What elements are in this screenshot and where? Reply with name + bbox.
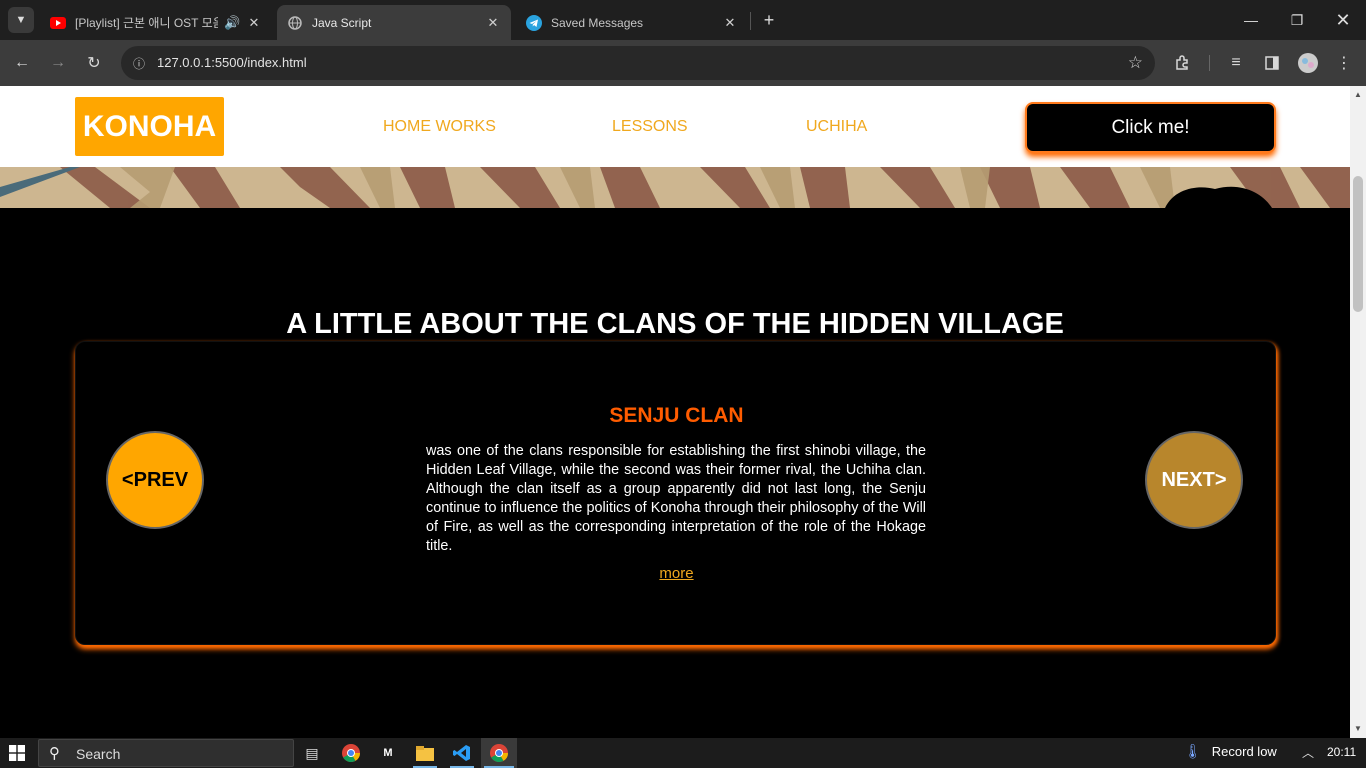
windows-start-icon[interactable] [9,745,25,761]
audio-icon[interactable]: 🔊 [224,15,240,31]
nav-lessons[interactable]: LESSONS [612,118,688,136]
page-viewport: KONOHA HOME WORKS LESSONS UCHIHA Click m… [0,86,1350,738]
tab-title: Saved Messages [551,15,644,30]
close-tab-icon[interactable]: ✕ [485,15,501,31]
close-window-button[interactable]: ✕ [1320,0,1366,40]
side-panel-icon[interactable] [1260,51,1284,75]
thermometer-icon: 🌡 [1184,743,1202,759]
weather-text: Record low [1211,744,1277,759]
address-bar[interactable]: ⓘ 127.0.0.1:5500/index.html ☆ [121,46,1155,80]
site-logo[interactable]: KONOHA [75,97,224,156]
taskbar-search[interactable]: ⚲ Search [38,739,294,767]
youtube-icon [50,15,66,31]
clock[interactable]: 20:11 [1327,745,1356,759]
tray-expand-icon[interactable]: ︿ [1302,744,1314,761]
tab-title: [Playlist] 근본 애니 OST 모음 [75,16,218,30]
minimize-button[interactable]: — [1228,0,1274,40]
prev-button[interactable]: <PREV [106,431,204,529]
scroll-up-arrow[interactable]: ▲ [1354,90,1362,99]
url-text: 127.0.0.1:5500/index.html [157,55,307,70]
click-me-button[interactable]: Click me! [1025,102,1276,153]
media-controls-icon[interactable]: ≡ [1224,51,1248,75]
telegram-icon [526,14,542,31]
scrollbar-thumb[interactable] [1353,176,1363,312]
tab-separator [750,12,751,30]
profile-avatar[interactable] [1296,51,1320,75]
clan-slider: <PREV SENJU CLAN was one of the clans re… [75,341,1276,645]
new-tab-button[interactable]: + [758,9,780,31]
site-info-icon[interactable]: ⓘ [131,55,147,71]
more-link[interactable]: more [659,565,693,582]
tab-bar: ▼ [Playlist] 근본 애니 OST 모음 🔊 ✕ Java Scrip… [0,0,1366,40]
close-tab-icon[interactable]: ✕ [246,15,262,31]
hero-banner-image [0,167,1350,208]
chrome-icon[interactable] [339,741,363,765]
tab-saved-messages[interactable]: Saved Messages ✕ [516,5,748,40]
weather-widget[interactable]: 🌡 Record low [1184,743,1277,760]
vscode-icon[interactable] [450,741,474,765]
tab-search-button[interactable]: ▼ [8,7,34,33]
file-explorer-icon[interactable] [413,741,437,765]
site-header: KONOHA HOME WORKS LESSONS UCHIHA Click m… [0,86,1350,167]
extensions-icon[interactable] [1170,51,1194,75]
tab-java-script[interactable]: Java Script ✕ [277,5,511,40]
search-icon: ⚲ [49,745,60,762]
page-scrollbar[interactable]: ▲ ▼ [1350,86,1366,738]
task-view-icon[interactable]: ▤ [300,741,324,765]
close-tab-icon[interactable]: ✕ [722,15,738,31]
tab-title: Java Script [312,15,372,30]
nav-home-works[interactable]: HOME WORKS [383,118,496,136]
reload-button[interactable]: ↻ [82,51,106,75]
clan-title: SENJU CLAN [609,404,744,427]
app-icon[interactable]: M [376,741,400,765]
back-button[interactable]: ← [10,51,34,75]
tab-playlist[interactable]: [Playlist] 근본 애니 OST 모음 🔊 ✕ [40,5,272,40]
section-title: A LITTLE ABOUT THE CLANS OF THE HIDDEN V… [286,308,1064,340]
forward-button[interactable]: → [46,51,70,75]
next-button[interactable]: NEXT> [1145,431,1243,529]
search-label: Search [76,746,121,762]
more-link-wrap: more [76,565,1277,583]
browser-toolbar: ← → ↻ ⓘ 127.0.0.1:5500/index.html ☆ ≡ ⋮ [0,40,1366,86]
scroll-down-arrow[interactable]: ▼ [1354,724,1362,733]
taskbar: ⚲ Search ▤ M 🌡 Record low ︿ 20:11 [0,738,1366,768]
clan-description: was one of the clans responsible for est… [426,443,926,554]
chrome-active-icon[interactable] [487,741,511,765]
bookmark-star-icon[interactable]: ☆ [1128,53,1143,73]
nav-uchiha[interactable]: UCHIHA [806,118,867,136]
menu-icon[interactable]: ⋮ [1332,51,1356,75]
toolbar-divider [1209,55,1210,71]
globe-icon [287,15,303,31]
restore-button[interactable]: ❐ [1274,0,1320,40]
